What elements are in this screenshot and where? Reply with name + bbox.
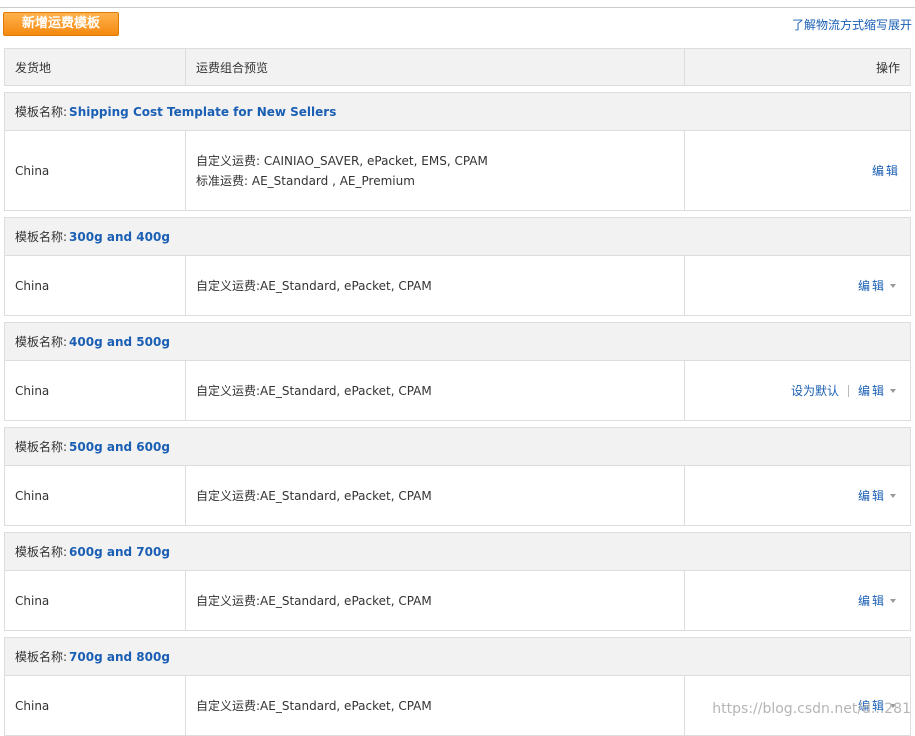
- actions-cell: 编辑: [685, 466, 910, 525]
- template-row: China 自定义运费: AE_Standard, ePacket, CPAM …: [5, 361, 910, 420]
- edit-link[interactable]: 编辑: [858, 277, 886, 294]
- template-row: China 自定义运费: CAINIAO_SAVER, ePacket, EMS…: [5, 131, 910, 210]
- standard-shipping-prefix: 标准运费:: [196, 173, 249, 188]
- custom-shipping-methods: AE_Standard, ePacket, CPAM: [260, 593, 432, 608]
- table-header: 发货地 运费组合预览 操作: [4, 48, 911, 86]
- custom-shipping-methods: AE_Standard, ePacket, CPAM: [260, 698, 432, 713]
- edit-link[interactable]: 编辑: [858, 697, 886, 714]
- chevron-down-icon[interactable]: [890, 598, 896, 603]
- preview-cell: 自定义运费: AE_Standard, ePacket, CPAM: [186, 256, 685, 315]
- template-block: 模板名称: 400g and 500g China 自定义运费: AE_Stan…: [4, 322, 911, 421]
- origin-cell: China: [5, 676, 186, 735]
- chevron-down-icon[interactable]: [890, 703, 896, 708]
- chevron-down-icon[interactable]: [890, 283, 896, 288]
- custom-shipping-prefix: 自定义运费:: [196, 279, 261, 293]
- template-name-prefix: 模板名称:: [15, 440, 68, 454]
- template-name-link[interactable]: 600g and 700g: [69, 545, 170, 559]
- actions-cell: 编辑: [685, 131, 910, 210]
- edit-link[interactable]: 编辑: [858, 592, 886, 609]
- shipping-template-table: 发货地 运费组合预览 操作 模板名称: Shipping Cost Templa…: [4, 48, 911, 736]
- template-name-link[interactable]: 300g and 400g: [69, 230, 170, 244]
- header-origin: 发货地: [5, 49, 186, 85]
- origin-cell: China: [5, 131, 186, 210]
- preview-cell: 自定义运费: AE_Standard, ePacket, CPAM: [186, 676, 685, 735]
- template-row: China 自定义运费: AE_Standard, ePacket, CPAM …: [5, 571, 910, 630]
- standard-shipping-line: 标准运费: AE_Standard , AE_Premium: [196, 171, 415, 191]
- template-name-prefix: 模板名称:: [15, 105, 68, 119]
- custom-shipping-prefix: 自定义运费:: [196, 594, 261, 608]
- actions-group: 设为默认 编辑: [791, 382, 900, 399]
- template-name-link[interactable]: 400g and 500g: [69, 335, 170, 349]
- custom-shipping-line: 自定义运费: CAINIAO_SAVER, ePacket, EMS, CPAM: [196, 151, 488, 171]
- custom-shipping-methods: AE_Standard, ePacket, CPAM: [260, 488, 432, 503]
- template-title: 模板名称: 400g and 500g: [5, 323, 910, 361]
- learn-logistics-abbrev-link[interactable]: 了解物流方式缩写展开: [792, 16, 912, 33]
- edit-link[interactable]: 编辑: [858, 382, 886, 399]
- custom-shipping-prefix: 自定义运费:: [196, 153, 261, 168]
- actions-group: 编辑: [858, 277, 900, 294]
- standard-shipping-methods: AE_Standard , AE_Premium: [251, 173, 415, 188]
- template-name-link[interactable]: 500g and 600g: [69, 440, 170, 454]
- chevron-down-icon[interactable]: [890, 388, 896, 393]
- edit-link[interactable]: 编辑: [872, 162, 900, 179]
- template-title: 模板名称: 300g and 400g: [5, 218, 910, 256]
- actions-group: 编辑: [858, 487, 900, 504]
- origin-cell: China: [5, 466, 186, 525]
- template-name-prefix: 模板名称:: [15, 650, 68, 664]
- template-block: 模板名称: Shipping Cost Template for New Sel…: [4, 92, 911, 211]
- actions-cell: 编辑: [685, 571, 910, 630]
- template-name-link[interactable]: 700g and 800g: [69, 650, 170, 664]
- custom-shipping-prefix: 自定义运费:: [196, 699, 261, 713]
- template-block: 模板名称: 600g and 700g China 自定义运费: AE_Stan…: [4, 532, 911, 631]
- template-title: 模板名称: 500g and 600g: [5, 428, 910, 466]
- template-title: 模板名称: Shipping Cost Template for New Sel…: [5, 93, 910, 131]
- set-default-link[interactable]: 设为默认: [791, 382, 839, 399]
- custom-shipping-methods: AE_Standard, ePacket, CPAM: [260, 278, 432, 293]
- template-title: 模板名称: 700g and 800g: [5, 638, 910, 676]
- preview-cell: 自定义运费: AE_Standard, ePacket, CPAM: [186, 571, 685, 630]
- template-title: 模板名称: 600g and 700g: [5, 533, 910, 571]
- custom-shipping-methods: CAINIAO_SAVER, ePacket, EMS, CPAM: [263, 153, 488, 168]
- template-row: China 自定义运费: AE_Standard, ePacket, CPAM …: [5, 466, 910, 525]
- actions-cell: 编辑: [685, 256, 910, 315]
- template-name-prefix: 模板名称:: [15, 335, 68, 349]
- header-actions: 操作: [875, 60, 900, 75]
- header-preview: 运费组合预览: [186, 49, 685, 85]
- template-block: 模板名称: 500g and 600g China 自定义运费: AE_Stan…: [4, 427, 911, 526]
- edit-link[interactable]: 编辑: [858, 487, 886, 504]
- template-name-prefix: 模板名称:: [15, 545, 68, 559]
- origin-cell: China: [5, 361, 186, 420]
- template-row: China 自定义运费: AE_Standard, ePacket, CPAM …: [5, 676, 910, 735]
- custom-shipping-methods: AE_Standard, ePacket, CPAM: [260, 383, 432, 398]
- preview-cell: 自定义运费: AE_Standard, ePacket, CPAM: [186, 361, 685, 420]
- actions-group: 编辑: [858, 697, 900, 714]
- template-block: 模板名称: 300g and 400g China 自定义运费: AE_Stan…: [4, 217, 911, 316]
- custom-shipping-prefix: 自定义运费:: [196, 489, 261, 503]
- actions-cell: 编辑: [685, 676, 910, 735]
- template-name-prefix: 模板名称:: [15, 230, 68, 244]
- toolbar: 新增运费模板 了解物流方式缩写展开: [0, 8, 915, 44]
- template-row: China 自定义运费: AE_Standard, ePacket, CPAM …: [5, 256, 910, 315]
- template-name-link[interactable]: Shipping Cost Template for New Sellers: [69, 105, 336, 119]
- preview-cell: 自定义运费: CAINIAO_SAVER, ePacket, EMS, CPAM…: [186, 131, 685, 210]
- origin-cell: China: [5, 256, 186, 315]
- actions-group: 编辑: [872, 162, 900, 179]
- preview-cell: 自定义运费: AE_Standard, ePacket, CPAM: [186, 466, 685, 525]
- origin-cell: China: [5, 571, 186, 630]
- chevron-down-icon[interactable]: [890, 493, 896, 498]
- custom-shipping-prefix: 自定义运费:: [196, 384, 261, 398]
- actions-group: 编辑: [858, 592, 900, 609]
- actions-cell: 设为默认 编辑: [685, 361, 910, 420]
- add-shipping-template-button[interactable]: 新增运费模板: [3, 12, 119, 36]
- action-separator: [847, 384, 849, 397]
- template-block: 模板名称: 700g and 800g China 自定义运费: AE_Stan…: [4, 637, 911, 736]
